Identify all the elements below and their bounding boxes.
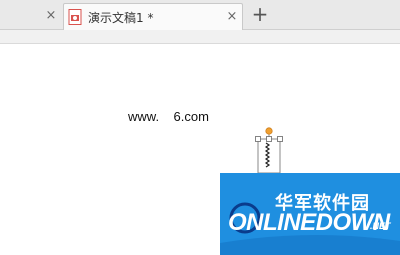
slide-text[interactable]: www. 6.com: [128, 109, 209, 124]
watermark-brand: ONLINEDOWN: [228, 209, 390, 236]
tab-bar: × 演示文稿1 * × +: [0, 0, 400, 30]
new-tab-button[interactable]: +: [250, 3, 270, 27]
watermark-logo: 华军软件园 ONLINEDOWN .NET: [220, 173, 400, 255]
close-icon[interactable]: ×: [226, 10, 238, 23]
rotation-handle[interactable]: [265, 127, 273, 135]
textbox-frame: [257, 138, 281, 174]
tab-presentation[interactable]: 演示文稿1 * ×: [63, 3, 243, 30]
close-icon[interactable]: ×: [45, 9, 57, 22]
watermark-suffix: .NET: [370, 221, 391, 231]
tab-title: 演示文稿1 *: [88, 10, 154, 25]
presentation-icon: [68, 9, 82, 25]
selected-textbox[interactable]: [254, 127, 284, 175]
toolbar-strip: [0, 30, 400, 44]
resize-handle-tr[interactable]: [277, 136, 283, 142]
resize-handle-tl[interactable]: [255, 136, 261, 142]
tab-previous[interactable]: ×: [0, 3, 62, 30]
resize-handle-t[interactable]: [266, 136, 272, 142]
